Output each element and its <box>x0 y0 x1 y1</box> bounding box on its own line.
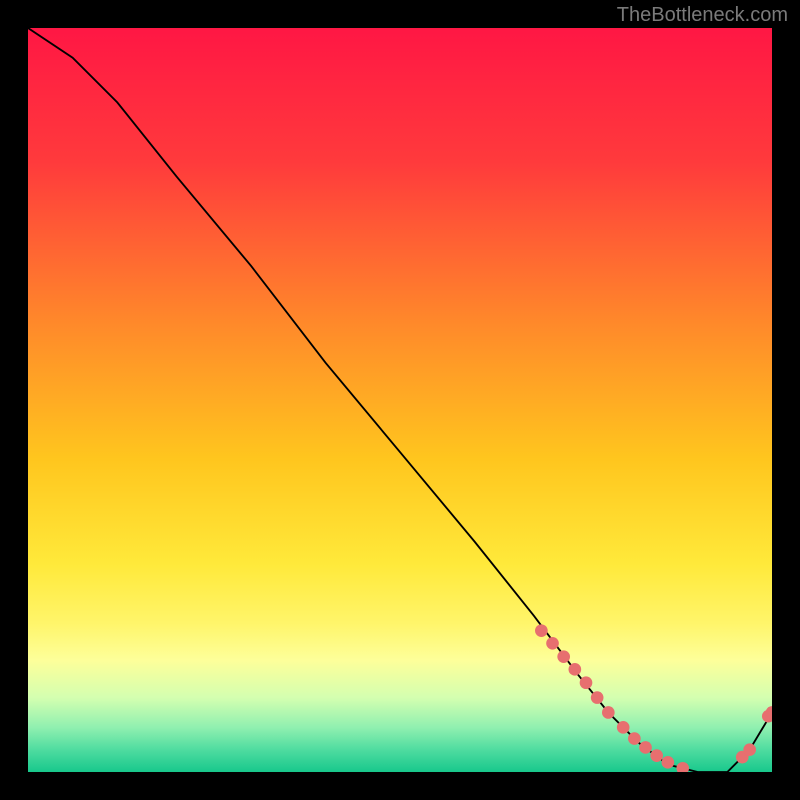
data-point <box>602 706 615 719</box>
watermark-text: TheBottleneck.com <box>617 4 788 27</box>
data-point <box>650 749 663 762</box>
data-point <box>628 732 641 745</box>
data-point <box>591 691 604 704</box>
chart-svg <box>28 28 772 772</box>
data-point <box>662 756 675 769</box>
data-point <box>676 762 689 772</box>
bottleneck-curve <box>28 28 772 772</box>
data-point <box>743 743 756 756</box>
data-point <box>569 663 582 676</box>
data-point <box>535 624 548 637</box>
data-point <box>546 637 559 650</box>
data-markers <box>535 624 772 772</box>
plot-area <box>28 28 772 772</box>
data-point <box>617 721 630 734</box>
data-point <box>639 741 652 754</box>
data-point <box>557 650 570 663</box>
data-point <box>580 676 593 689</box>
